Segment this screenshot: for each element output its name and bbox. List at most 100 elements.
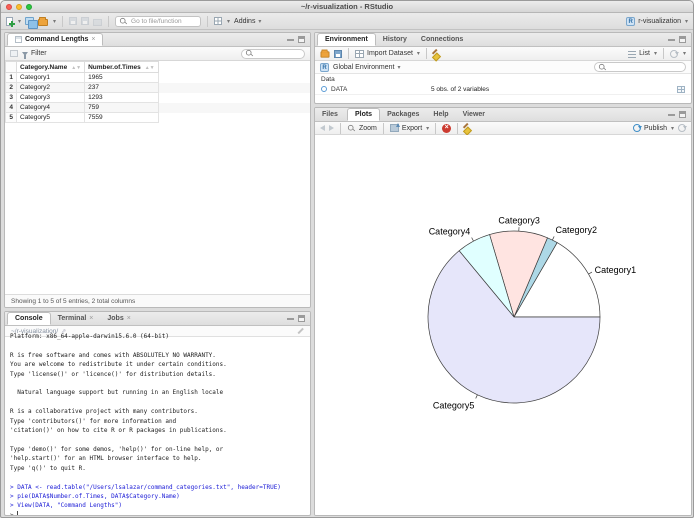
tab-label: History — [382, 36, 407, 43]
tab-connections[interactable]: Connections — [414, 33, 470, 46]
project-name: r-visualization — [638, 17, 681, 25]
filter-button[interactable]: Filter — [22, 50, 47, 59]
addins-menu[interactable]: Addins ▾ — [234, 18, 261, 25]
close-tab-icon[interactable]: × — [91, 36, 95, 43]
table-row[interactable]: 5 Category5 7559 — [5, 112, 310, 123]
save-workspace-icon[interactable] — [334, 49, 342, 58]
pane-buttons — [287, 36, 310, 46]
label-tick — [552, 236, 555, 241]
load-workspace-icon[interactable] — [320, 49, 330, 58]
clear-plots-icon[interactable] — [464, 123, 474, 133]
export-button[interactable]: Export ▾ — [389, 123, 429, 132]
scope-selector[interactable]: Global Environment ▾ — [333, 64, 400, 71]
tab-environment[interactable]: Environment — [317, 33, 376, 46]
tab-viewer[interactable]: Viewer — [456, 108, 492, 121]
table-row[interactable]: 2 Category2 237 — [5, 82, 310, 93]
cell-number-of-times[interactable]: 237 — [84, 82, 159, 93]
tab-history[interactable]: History — [376, 33, 414, 46]
console-output[interactable]: Platform: x86_64-apple-darwin15.6.0 (64-… — [5, 332, 310, 515]
goto-search-icon — [119, 17, 127, 24]
maximize-pane-icon[interactable] — [298, 315, 305, 322]
zoom-button[interactable]: Zoom — [347, 124, 377, 133]
pane-layout-dropdown-icon[interactable]: ▾ — [227, 18, 230, 25]
save-all-icon[interactable] — [81, 17, 90, 25]
object-name[interactable]: DATA — [331, 86, 427, 93]
toolbar-separator — [340, 122, 341, 134]
viewer-empty-area — [5, 123, 310, 294]
close-tab-icon[interactable]: × — [89, 315, 93, 322]
column-header-number-of-times[interactable]: Number.of.Times ▲▼ — [84, 61, 159, 73]
project-menu[interactable]: R r-visualization ▾ — [626, 16, 688, 26]
open-in-new-window-icon[interactable] — [10, 50, 18, 57]
cell-category-name[interactable]: Category5 — [15, 112, 86, 123]
table-row[interactable]: 1 Category1 1965 — [5, 72, 310, 83]
tab-jobs[interactable]: Jobs × — [100, 312, 137, 325]
open-folder-icon[interactable] — [38, 16, 49, 26]
save-icon[interactable] — [69, 17, 78, 25]
environment-object-row[interactable]: DATA 5 obs. of 2 variables — [315, 84, 691, 95]
open-dropdown-icon[interactable]: ▾ — [53, 18, 56, 25]
object-description: 5 obs. of 2 variables — [431, 85, 490, 93]
maximize-pane-icon[interactable] — [679, 111, 686, 118]
previous-plot-icon[interactable] — [320, 125, 325, 131]
refresh-icon[interactable] — [669, 49, 679, 58]
next-plot-icon[interactable] — [329, 125, 334, 131]
refresh-plot-icon[interactable] — [678, 124, 687, 132]
viewer-search-input[interactable] — [241, 48, 305, 59]
list-icon — [628, 50, 637, 58]
pie-label-category2: Category2 — [556, 225, 598, 235]
cell-category-name[interactable]: Category3 — [15, 92, 86, 103]
row-number: 3 — [5, 92, 17, 103]
row-filler — [158, 102, 310, 113]
import-dataset-button[interactable]: Import Dataset ▾ — [355, 49, 420, 58]
minimize-pane-icon[interactable] — [287, 315, 294, 322]
cell-number-of-times[interactable]: 1965 — [84, 72, 159, 83]
goto-file-function-input[interactable]: Go to file/function — [115, 15, 202, 27]
close-tab-icon[interactable]: × — [127, 315, 131, 322]
new-project-icon[interactable] — [25, 17, 39, 29]
column-header-category-name[interactable]: Category.Name ▲▼ — [15, 61, 86, 73]
data-table: Category.Name ▲▼ Number.of.Times ▲▼ 1 Categ… — [5, 61, 310, 123]
pane-buttons — [668, 111, 691, 121]
print-icon[interactable] — [93, 18, 103, 26]
tab-label: Plots — [354, 111, 373, 118]
tab-terminal[interactable]: Terminal × — [51, 312, 101, 325]
tab-command-lengths[interactable]: Command Lengths × — [7, 33, 104, 46]
list-label: List — [639, 50, 650, 57]
maximize-pane-icon[interactable] — [298, 36, 305, 43]
cell-number-of-times[interactable]: 759 — [84, 102, 159, 113]
tab-packages[interactable]: Packages — [380, 108, 426, 121]
new-document-icon[interactable] — [6, 16, 15, 27]
minimize-pane-icon[interactable] — [668, 111, 675, 118]
pane-layout-icon[interactable] — [214, 17, 223, 25]
new-document-dropdown-icon[interactable]: ▾ — [18, 18, 21, 25]
export-icon — [389, 123, 400, 132]
publish-button[interactable]: Publish ▾ — [633, 124, 674, 132]
list-view-button[interactable]: List ▾ — [628, 50, 657, 58]
tab-plots[interactable]: Plots — [346, 108, 381, 121]
console-output-line: Platform: x86_64-apple-darwin15.6.0 (64-… — [10, 333, 169, 340]
clear-environment-icon[interactable] — [433, 49, 443, 59]
cell-category-name[interactable]: Category4 — [15, 102, 86, 113]
toolbar-separator — [207, 15, 209, 27]
cell-number-of-times[interactable]: 7559 — [84, 112, 159, 123]
table-row[interactable]: 4 Category4 759 — [5, 102, 310, 113]
table-row[interactable]: 3 Category3 1293 — [5, 92, 310, 103]
tab-files[interactable]: Files — [315, 108, 345, 121]
row-header-corner[interactable] — [5, 61, 17, 73]
maximize-pane-icon[interactable] — [679, 36, 686, 43]
minimize-pane-icon[interactable] — [668, 36, 675, 43]
view-data-icon[interactable] — [677, 85, 685, 93]
export-label: Export — [401, 124, 423, 132]
cell-number-of-times[interactable]: 1293 — [84, 92, 159, 103]
console-tabbar: Console Terminal × Jobs × — [5, 312, 310, 326]
console-output-line: You are welcome to redistribute it under… — [10, 361, 227, 369]
cell-category-name[interactable]: Category2 — [15, 82, 86, 93]
tab-help[interactable]: Help — [426, 108, 455, 121]
tab-console[interactable]: Console — [7, 312, 51, 325]
minimize-pane-icon[interactable] — [287, 36, 294, 43]
cell-category-name[interactable]: Category1 — [15, 72, 86, 83]
environment-search-input[interactable] — [594, 62, 686, 72]
remove-plot-icon[interactable]: × — [442, 123, 452, 133]
